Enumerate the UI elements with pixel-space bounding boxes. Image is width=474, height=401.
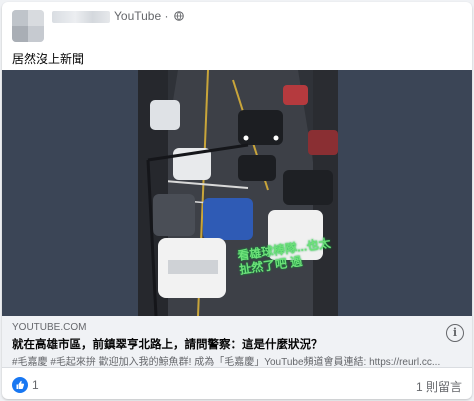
link-preview[interactable]: YOUTUBE.COM 就在高雄市區，前鎮翠亨北路上，請問警察：這是什麼狀況？ …: [2, 316, 472, 368]
link-description: #毛嘉慶 #毛起來拚 歡迎加入我的鯨魚群! 成為「毛嘉慶」YouTube頻道會員…: [12, 357, 441, 368]
blurred-avatar-image: [12, 10, 44, 42]
privacy-separator: ·: [164, 9, 169, 23]
author-meta: YouTube ·: [114, 9, 184, 23]
post-footer: 1 1 則留言: [2, 369, 472, 399]
post-text: 居然沒上新聞: [12, 52, 85, 66]
video-thumbnail[interactable]: 看雄球棒隊...也太扯然了吧 過: [138, 70, 338, 316]
like-reaction-icon[interactable]: [12, 377, 28, 393]
street-scene-image: [138, 70, 338, 316]
blurred-author-name[interactable]: [52, 11, 110, 23]
link-title[interactable]: 就在高雄市區，前鎮翠亨北路上，請問警察：這是什麼狀況？: [12, 336, 323, 352]
link-domain: YOUTUBE.COM: [12, 322, 87, 333]
avatar[interactable]: [12, 10, 44, 42]
globe-icon[interactable]: [174, 11, 184, 21]
thumbs-up-icon: [16, 380, 25, 389]
post-card: YouTube · 居然沒上新聞 看雄球棒隊...也太扯然了吧 過 YOUTUB…: [2, 2, 472, 399]
author-source[interactable]: YouTube: [114, 9, 161, 23]
video-embed[interactable]: 看雄球棒隊...也太扯然了吧 過: [2, 70, 472, 316]
like-count[interactable]: 1: [32, 378, 39, 392]
info-icon[interactable]: i: [446, 324, 464, 342]
post-header: YouTube ·: [2, 2, 472, 46]
comment-count[interactable]: 1 則留言: [416, 378, 462, 395]
